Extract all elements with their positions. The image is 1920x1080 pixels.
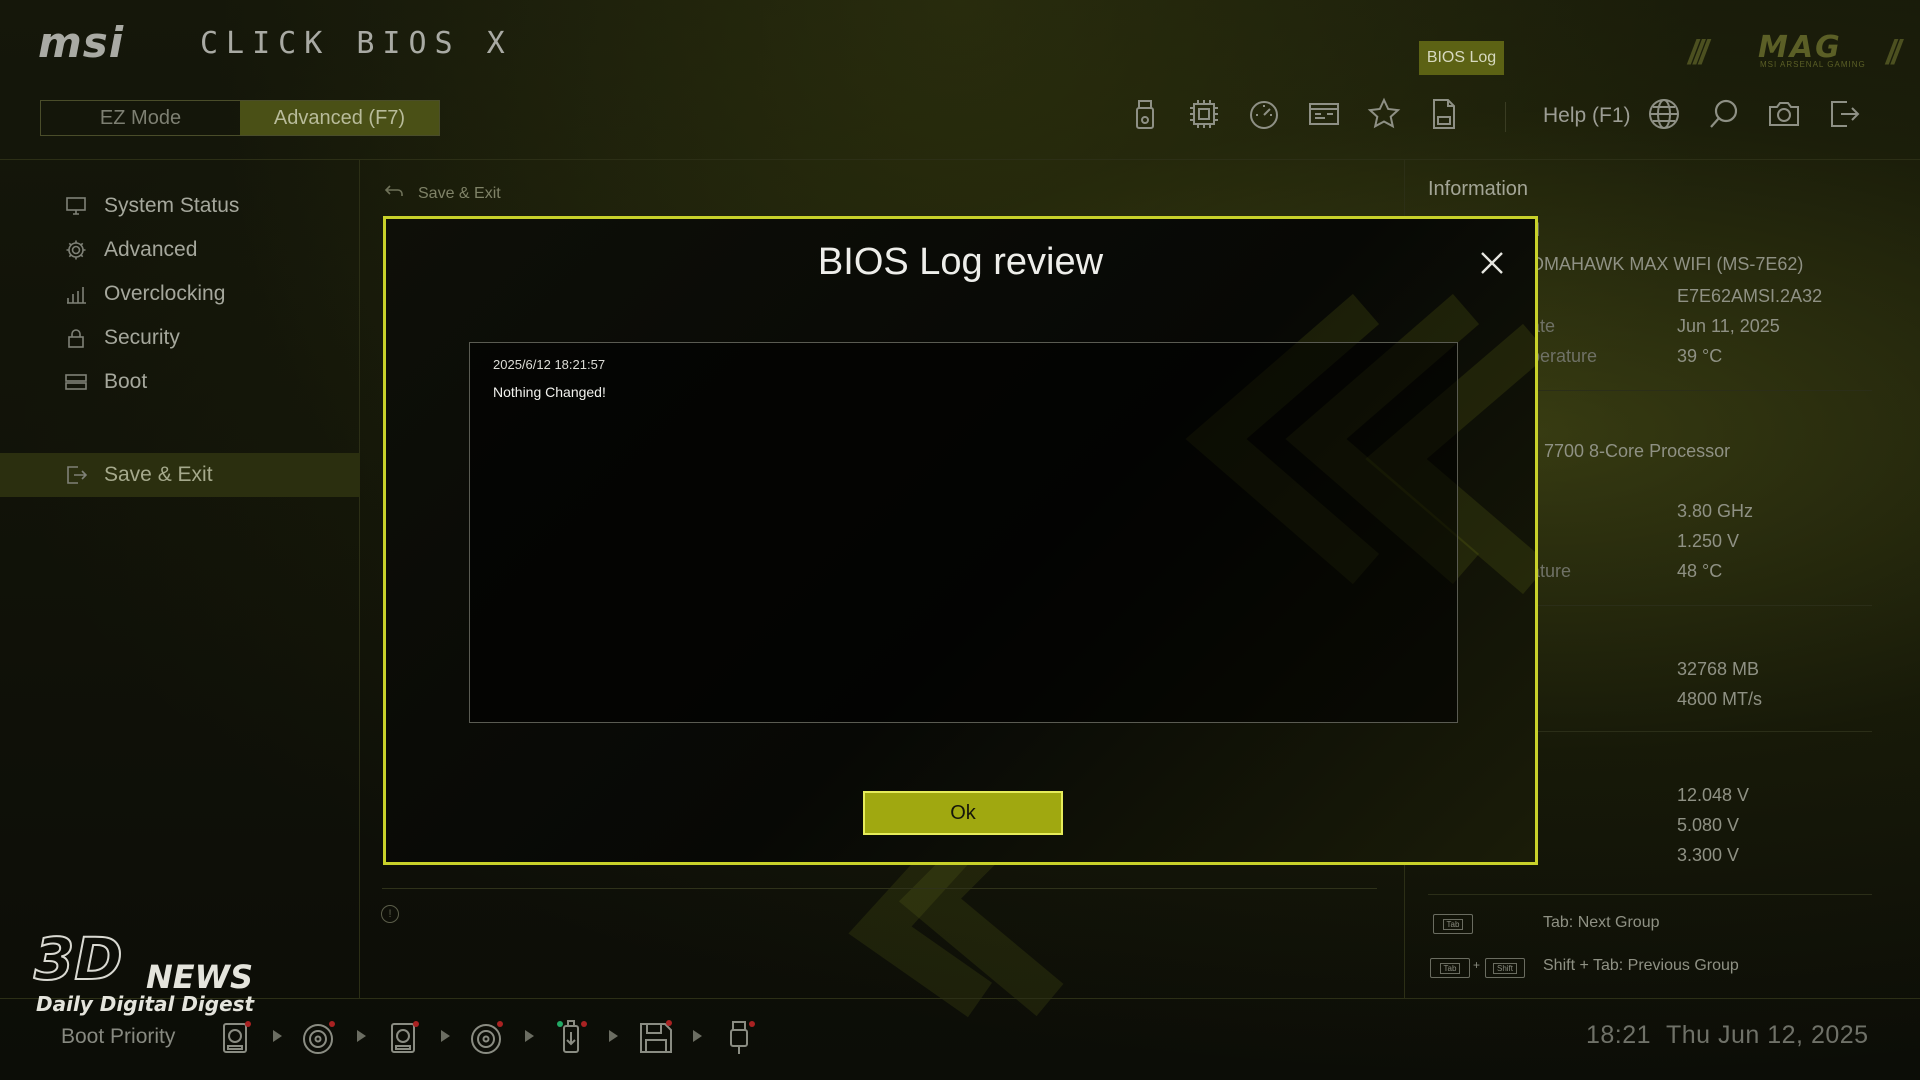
info-value-5v: 5.080 V [1677, 815, 1740, 835]
watermark-3d: 3D [33, 925, 124, 993]
info-value-bios-version: E7E62AMSI.2A32 [1677, 286, 1823, 306]
info-label: perature [1530, 346, 1598, 366]
speedometer-icon[interactable] [1247, 97, 1287, 137]
decor-slashes-left: /// [1688, 34, 1708, 72]
tab-key-icon: Tab [1430, 958, 1470, 978]
info-value-memory-speed: 4800 MT/s [1677, 689, 1763, 709]
usb-drive-icon[interactable] [1128, 97, 1168, 137]
msi-logo: msi [38, 18, 125, 67]
watermark-tagline: Daily Digital Digest [36, 992, 255, 1016]
sidebar-item-label: Security [104, 326, 180, 349]
usb-key-icon[interactable] [720, 1018, 760, 1058]
shift-key-icon: Shift [1485, 958, 1525, 978]
clock-time: 18:21 [1586, 1021, 1652, 1049]
optical-disc-icon[interactable] [300, 1018, 340, 1058]
boot-arrow-icon [357, 1030, 366, 1042]
advanced-mode-button[interactable]: Advanced (F7) [240, 101, 439, 135]
bios-log-icon[interactable] [1427, 97, 1467, 137]
back-arrow-icon [384, 183, 404, 204]
floppy-icon[interactable] [636, 1018, 676, 1058]
sidebar: System Status Advanced Overclocking Secu… [0, 160, 360, 998]
boot-arrow-icon [525, 1030, 534, 1042]
sidebar-item-label: Overclocking [104, 282, 226, 305]
exit-icon [64, 463, 88, 487]
breadcrumb-label: Save & Exit [418, 184, 501, 202]
info-value-memory-size: 32768 MB [1677, 659, 1760, 679]
decor-slashes-right: // [1886, 34, 1901, 72]
plus-sign: + [1473, 958, 1481, 972]
click-bios-logo: CLICK BIOS X [200, 26, 513, 61]
hardware-monitor-icon[interactable] [1307, 97, 1347, 137]
hint-next-group: Tab: Next Group [1543, 914, 1660, 931]
exit-icon[interactable] [1827, 97, 1867, 137]
top-header: msi CLICK BIOS X EZ Mode Advanced (F7) B… [0, 0, 1920, 160]
info-icon: ! [381, 905, 399, 923]
tab-key-icon: Tab [1433, 914, 1473, 934]
3dnews-watermark: 3D NEWS Daily Digital Digest [33, 925, 254, 1016]
language-globe-icon[interactable] [1647, 97, 1687, 137]
log-message: Nothing Changed! [493, 384, 606, 400]
sidebar-item-system-status[interactable]: System Status [0, 184, 360, 228]
info-value-mb-temp: 39 °C [1677, 346, 1723, 366]
sidebar-item-advanced[interactable]: Advanced [0, 228, 360, 272]
search-icon[interactable] [1707, 97, 1747, 137]
cpu-chip-icon[interactable] [1187, 97, 1227, 137]
sidebar-item-label: Advanced [104, 238, 198, 261]
info-value-cpu-temp: 48 °C [1677, 561, 1723, 581]
dialog-title: BIOS Log review [817, 241, 1104, 283]
clock-date: Thu Jun 12, 2025 [1665, 1021, 1869, 1049]
hdd-icon[interactable] [384, 1018, 424, 1058]
sidebar-item-label: System Status [104, 194, 240, 217]
sidebar-item-save-exit[interactable]: Save & Exit [0, 453, 360, 497]
info-value-3v3: 3.300 V [1677, 845, 1740, 865]
info-value-motherboard: OMAHAWK MAX WIFI (MS-7E62) [1530, 254, 1804, 274]
lock-icon [64, 326, 88, 350]
info-value-cpu-freq: 3.80 GHz [1677, 501, 1754, 521]
screenshot-camera-icon[interactable] [1767, 97, 1807, 137]
info-separator [1428, 894, 1872, 895]
info-value-cpu-voltage: 1.250 V [1677, 531, 1740, 551]
optical-disc-icon[interactable] [468, 1018, 508, 1058]
log-timestamp: 2025/6/12 18:21:57 [493, 357, 606, 372]
boot-priority-label: Boot Priority [61, 1025, 176, 1048]
bars-icon [64, 282, 88, 306]
favorite-star-icon[interactable] [1367, 97, 1407, 137]
watermark-news: NEWS [146, 958, 253, 996]
help-button[interactable]: Help (F1) [1543, 104, 1631, 128]
ok-button[interactable]: Ok [863, 791, 1063, 835]
log-text-area[interactable]: 2025/6/12 18:21:57 Nothing Changed! [469, 342, 1458, 723]
hdd-icon[interactable] [216, 1018, 256, 1058]
main-divider [382, 888, 1377, 889]
mag-logo-subtitle: MSI ARSENAL GAMING [1760, 60, 1866, 69]
boot-arrow-icon [441, 1030, 450, 1042]
mode-toggle: EZ Mode Advanced (F7) [40, 100, 440, 136]
bios-log-tooltip: BIOS Log [1419, 41, 1504, 75]
sidebar-item-overclocking[interactable]: Overclocking [0, 272, 360, 316]
ez-mode-button[interactable]: EZ Mode [41, 101, 240, 135]
info-value-12v: 12.048 V [1677, 785, 1750, 805]
sidebar-item-security[interactable]: Security [0, 316, 360, 360]
bios-log-dialog: BIOS Log review 2025/6/12 18:21:57 Nothi… [383, 216, 1538, 865]
close-icon[interactable] [1476, 247, 1508, 279]
boot-arrow-icon [273, 1030, 282, 1042]
toolbar-separator [1505, 102, 1506, 132]
sidebar-item-label: Save & Exit [104, 463, 213, 486]
boot-arrow-icon [693, 1030, 702, 1042]
hint-previous-group: Shift + Tab: Previous Group [1543, 957, 1739, 974]
information-title: Information [1428, 178, 1529, 200]
boot-icon [64, 370, 88, 394]
breadcrumb[interactable]: Save & Exit [384, 183, 501, 204]
usb-device-icon[interactable] [552, 1018, 592, 1058]
info-value-cpu: 7700 8-Core Processor [1544, 441, 1731, 461]
sidebar-item-label: Boot [104, 370, 148, 393]
sidebar-item-boot[interactable]: Boot [0, 360, 360, 404]
gear-icon [64, 238, 88, 262]
monitor-icon [64, 194, 88, 218]
boot-arrow-icon [609, 1030, 618, 1042]
info-value-bios-date: Jun 11, 2025 [1677, 316, 1780, 336]
clock: 18:21 Thu Jun 12, 2025 [1586, 1021, 1869, 1050]
